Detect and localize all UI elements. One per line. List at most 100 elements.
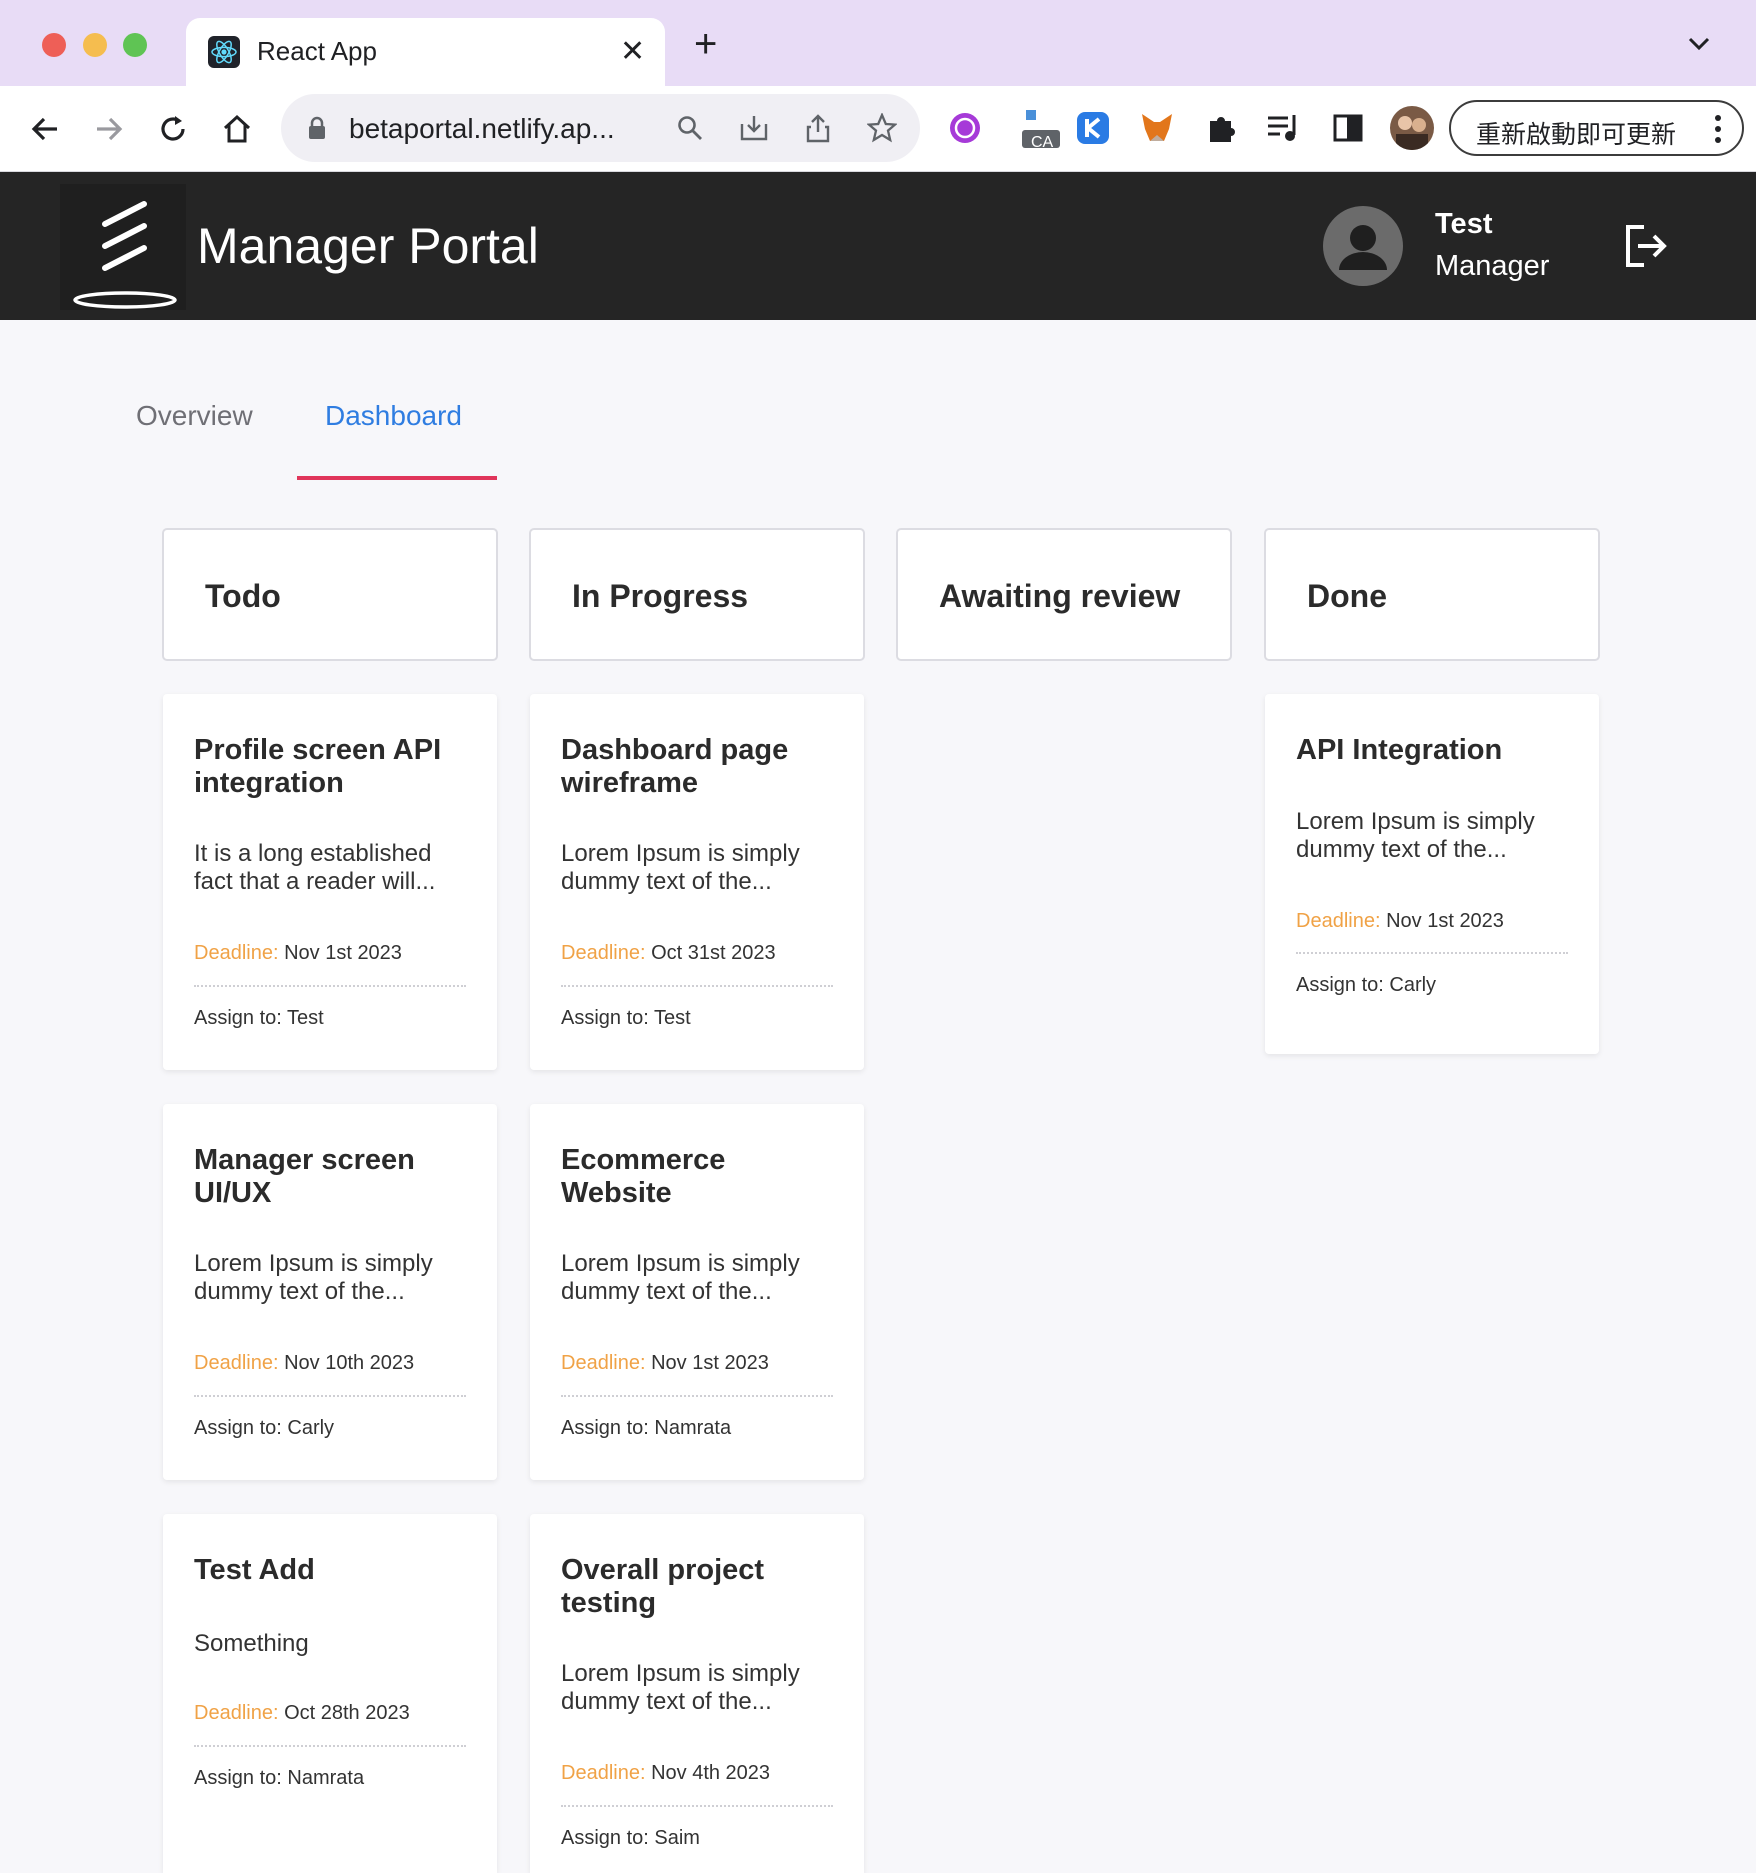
task-description: It is a long established fact that a rea… [194, 840, 436, 895]
app-title: Manager Portal [197, 218, 539, 274]
side-panel-icon[interactable] [1328, 108, 1368, 148]
browser-tab[interactable]: React App ✕ [186, 18, 665, 86]
task-description: Lorem Ipsum is simply dummy text of the.… [561, 1660, 800, 1715]
metamask-fox-icon[interactable] [1137, 108, 1177, 148]
browser-tab-bar: React App ✕ + [0, 0, 1756, 86]
card-divider [561, 1805, 833, 1807]
deadline-label: Deadline: [194, 1702, 279, 1724]
card-divider [561, 1395, 833, 1397]
task-deadline: Deadline: Nov 1st 2023 [194, 942, 402, 965]
address-bar[interactable]: betaportal.netlify.ap... [281, 94, 920, 162]
task-card[interactable]: Overall project testing Lorem Ipsum is s… [530, 1514, 864, 1873]
task-assignee: Assign to: Test [561, 1007, 691, 1029]
extension-ca-icon[interactable]: CA [1016, 108, 1064, 151]
task-deadline: Deadline: Nov 1st 2023 [1296, 910, 1504, 933]
extension-badge: CA [1031, 134, 1054, 151]
task-assignee: Assign to: Carly [1296, 974, 1437, 996]
card-divider [194, 985, 466, 987]
media-playlist-icon[interactable] [1264, 108, 1304, 148]
url-text[interactable]: betaportal.netlify.ap... [349, 113, 615, 145]
task-card[interactable]: API Integration Lorem Ipsum is simply du… [1265, 694, 1599, 1054]
more-vert-icon[interactable] [1714, 113, 1722, 150]
column-title: Done [1307, 578, 1387, 614]
tab-dashboard[interactable]: Dashboard [325, 400, 462, 432]
user-avatar-icon[interactable] [1323, 206, 1403, 286]
tab-overview[interactable]: Overview [136, 400, 253, 432]
user-name: Test [1435, 208, 1493, 240]
deadline-label: Deadline: [194, 942, 279, 964]
home-icon[interactable] [216, 108, 258, 150]
task-assignee: Assign to: Namrata [561, 1417, 732, 1439]
deadline-label: Deadline: [1296, 910, 1381, 932]
task-title: Test Add [194, 1554, 315, 1586]
deadline-label: Deadline: [561, 1762, 646, 1784]
task-deadline: Deadline: Nov 4th 2023 [561, 1762, 770, 1785]
task-assignee: Assign to: Namrata [194, 1767, 365, 1789]
task-description: Lorem Ipsum is simply dummy text of the.… [1296, 808, 1535, 863]
task-description: Something [194, 1630, 309, 1657]
lock-icon[interactable] [307, 116, 327, 145]
deadline-value: Nov 4th 2023 [651, 1762, 771, 1784]
task-title: Manager screen UI/UX [194, 1144, 415, 1209]
task-assignee: Assign to: Carly [194, 1417, 335, 1439]
profile-avatar[interactable] [1390, 106, 1434, 150]
task-title: Profile screen API integration [194, 734, 442, 799]
update-label: 重新啟動即可更新 [1476, 121, 1677, 149]
reload-icon[interactable] [152, 108, 194, 150]
task-description: Lorem Ipsum is simply dummy text of the.… [561, 840, 800, 895]
column-header-done: Done [1264, 528, 1600, 661]
task-deadline: Deadline: Nov 1st 2023 [561, 1352, 769, 1375]
card-divider [194, 1395, 466, 1397]
user-role: Manager [1435, 250, 1550, 282]
extensions-puzzle-icon[interactable] [1201, 108, 1241, 148]
column-header-todo: Todo [162, 528, 498, 661]
task-card[interactable]: Profile screen API integration It is a l… [163, 694, 497, 1070]
close-icon[interactable]: ✕ [620, 34, 645, 69]
react-icon [208, 36, 240, 68]
maximize-window-button[interactable] [123, 33, 147, 57]
close-window-button[interactable] [42, 33, 66, 57]
deadline-value: Nov 10th 2023 [284, 1352, 415, 1374]
active-tab-indicator [297, 476, 497, 480]
browser-toolbar: betaportal.netlify.ap... CA 重新啟動即可更新 [0, 86, 1756, 172]
deadline-value: Nov 1st 2023 [284, 942, 402, 964]
task-title: Ecommerce Website [561, 1144, 726, 1209]
deadline-value: Oct 28th 2023 [284, 1702, 410, 1724]
minimize-window-button[interactable] [83, 33, 107, 57]
tab-title: React App [257, 36, 377, 66]
task-deadline: Deadline: Oct 31st 2023 [561, 942, 776, 965]
logout-icon[interactable] [1622, 222, 1670, 270]
extension-lr-icon[interactable] [945, 108, 985, 148]
deadline-label: Deadline: [561, 1352, 646, 1374]
share-icon[interactable] [801, 111, 835, 145]
plus-icon[interactable]: + [694, 24, 717, 64]
task-card[interactable]: Test Add Something Deadline: Oct 28th 20… [163, 1514, 497, 1873]
task-description: Lorem Ipsum is simply dummy text of the.… [561, 1250, 800, 1305]
task-description: Lorem Ipsum is simply dummy text of the.… [194, 1250, 433, 1305]
task-card[interactable]: Ecommerce Website Lorem Ipsum is simply … [530, 1104, 864, 1480]
chevron-down-icon[interactable] [1687, 36, 1711, 57]
forward-arrow-icon[interactable] [88, 108, 130, 150]
card-divider [194, 1745, 466, 1747]
task-card[interactable]: Dashboard page wireframe Lorem Ipsum is … [530, 694, 864, 1070]
task-title: API Integration [1296, 734, 1503, 766]
task-assignee: Assign to: Saim [561, 1827, 700, 1849]
back-arrow-icon[interactable] [24, 108, 66, 150]
column-title: Todo [205, 578, 281, 614]
column-title: Awaiting review [939, 578, 1181, 614]
column-header-in-progress: In Progress [529, 528, 865, 661]
install-app-icon[interactable] [737, 111, 771, 145]
task-assignee: Assign to: Test [194, 1007, 324, 1029]
task-title: Overall project testing [561, 1554, 765, 1619]
bookmark-star-icon[interactable] [865, 111, 899, 145]
card-divider [561, 985, 833, 987]
task-card[interactable]: Manager screen UI/UX Lorem Ipsum is simp… [163, 1104, 497, 1480]
update-chrome-button[interactable]: 重新啟動即可更新 [1449, 100, 1744, 156]
search-icon[interactable] [673, 111, 707, 145]
deadline-label: Deadline: [194, 1352, 279, 1374]
card-divider [1296, 952, 1568, 954]
logo-icon [60, 184, 186, 310]
task-deadline: Deadline: Nov 10th 2023 [194, 1352, 414, 1375]
deadline-value: Nov 1st 2023 [651, 1352, 769, 1374]
extension-k-icon[interactable] [1073, 108, 1113, 148]
